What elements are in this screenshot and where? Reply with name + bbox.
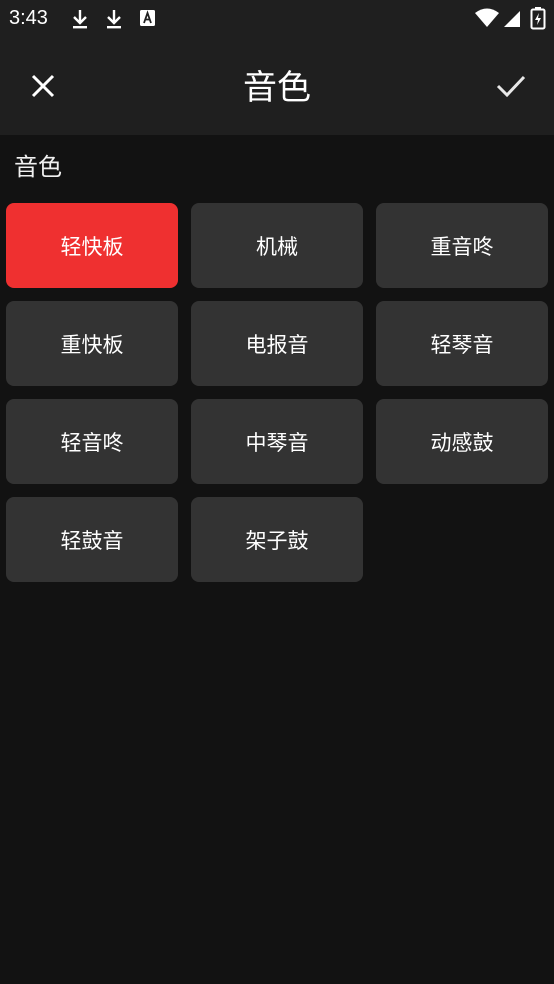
check-icon <box>496 75 526 98</box>
status-time: 3:43 <box>9 7 48 29</box>
font-a-icon <box>140 10 155 26</box>
tone-option[interactable]: 轻快板 <box>6 203 178 288</box>
tone-option[interactable]: 架子鼓 <box>191 497 363 582</box>
tone-option[interactable]: 机械 <box>191 203 363 288</box>
app-bar: 音色 <box>0 38 554 135</box>
tone-option[interactable]: 轻音咚 <box>6 399 178 484</box>
download-icon <box>107 10 121 29</box>
status-bar: 3:43 <box>0 0 554 38</box>
section-label: 音色 <box>14 153 62 181</box>
tone-option[interactable]: 轻琴音 <box>376 301 548 386</box>
battery-charging-icon <box>530 7 546 30</box>
tone-option[interactable]: 中琴音 <box>191 399 363 484</box>
tone-option[interactable]: 轻鼓音 <box>6 497 178 582</box>
signal-icon <box>504 11 520 27</box>
tone-option[interactable]: 动感鼓 <box>376 399 548 484</box>
download-icon <box>73 10 87 29</box>
tone-option[interactable]: 电报音 <box>191 301 363 386</box>
page-title: 音色 <box>243 68 311 108</box>
tone-option[interactable]: 重音咚 <box>376 203 548 288</box>
tone-option[interactable]: 重快板 <box>6 301 178 386</box>
tone-grid: 轻快板 机械 重音咚重快板 电报音 轻琴音轻音咚 中琴音 动感鼓轻鼓音 架子鼓 <box>6 203 548 582</box>
confirm-button[interactable] <box>486 61 536 111</box>
wifi-icon <box>475 8 499 27</box>
